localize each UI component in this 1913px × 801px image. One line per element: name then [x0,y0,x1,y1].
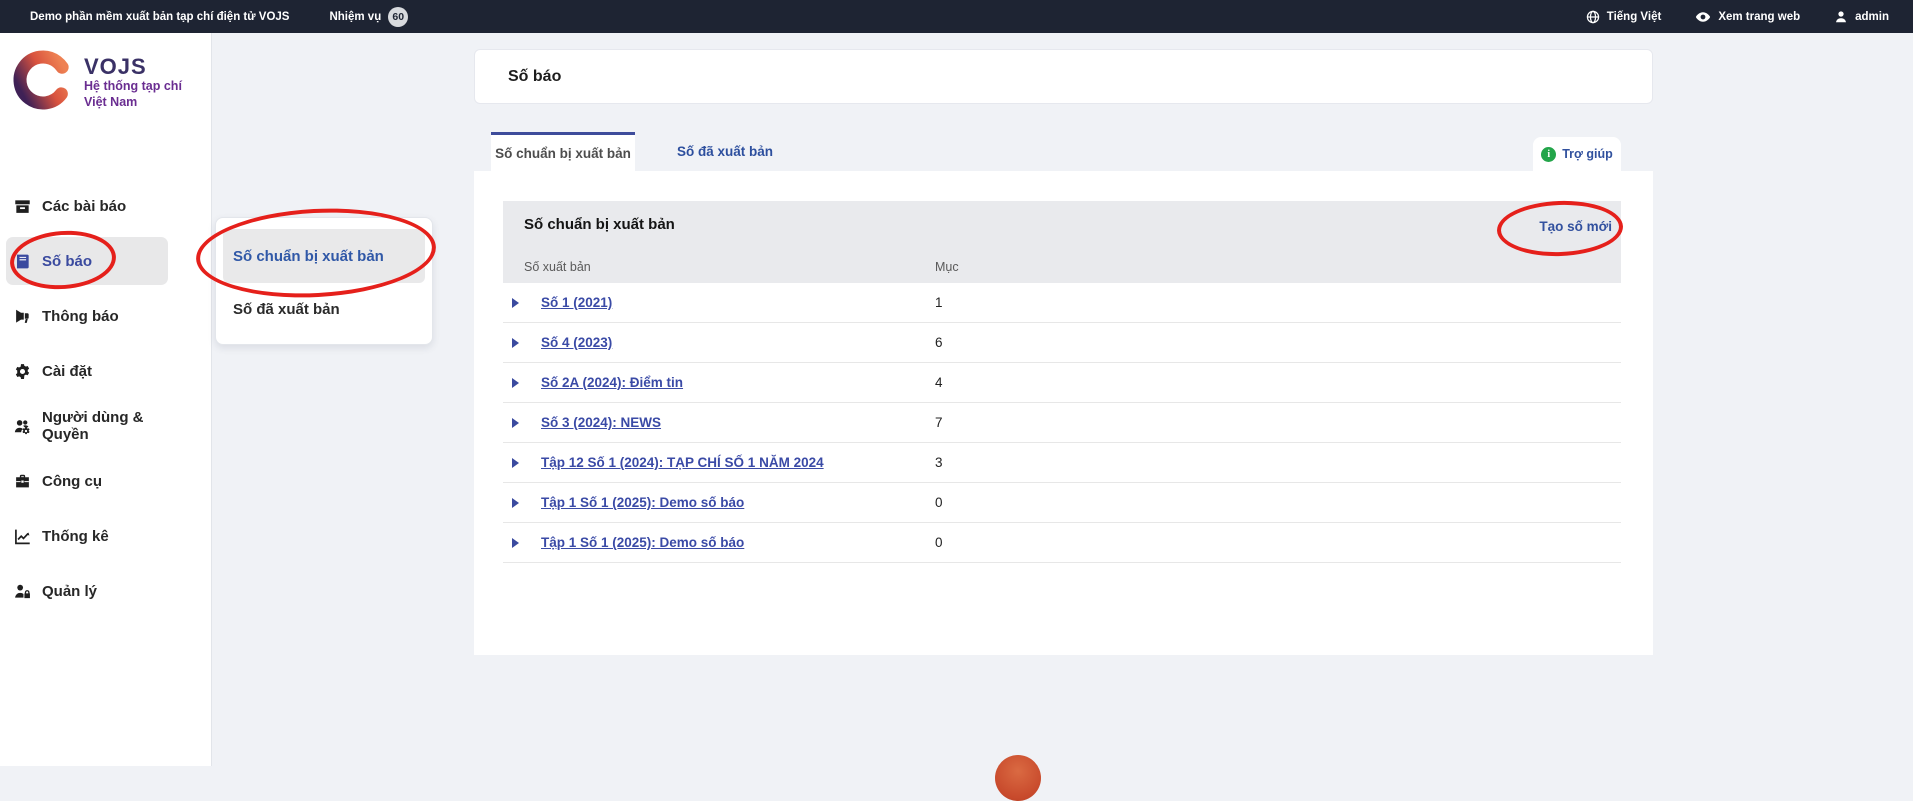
logo-title: VOJS [84,55,182,79]
submenu-item-label: Số đã xuất bản [233,301,340,318]
tab-so-da-xuat-ban[interactable]: Số đã xuất bản [677,132,773,171]
user-label: admin [1855,11,1889,23]
person-icon [1834,10,1848,24]
sidebar-item-cac-bai-bao[interactable]: Các bài báo [6,182,168,230]
topbar: Demo phần mềm xuất bản tạp chí điện tử V… [0,0,1913,33]
sidebar-item-cai-dat[interactable]: Cài đặt [6,347,168,395]
help-label: Trợ giúp [1562,147,1613,161]
sidebar-item-label: Số báo [42,253,92,270]
table-row: Số 2A (2024): Điểm tin 4 [503,363,1621,403]
expand-caret-icon[interactable] [512,538,519,548]
column-header-issue: Số xuất bản [524,260,591,274]
sidebar: VOJS Hệ thống tạp chí Việt Nam Các bài b… [0,33,212,766]
create-issue-button[interactable]: Tạo số mới [1539,219,1612,234]
table-row: Tập 1 Số 1 (2025): Demo số báo 0 [503,483,1621,523]
archive-icon [14,198,31,215]
issue-link[interactable]: Số 4 (2023) [541,335,612,350]
tasks-menu[interactable]: Nhiệm vụ 60 [329,7,408,27]
topbar-right: Tiếng Việt Xem trang web admin [1586,9,1889,25]
sidebar-item-cong-cu[interactable]: Công cụ [6,457,168,505]
language-menu[interactable]: Tiếng Việt [1586,10,1662,24]
expand-caret-icon[interactable] [512,378,519,388]
submenu-item-so-da-xuat-ban[interactable]: Số đã xuất bản [216,283,432,335]
gear-icon [14,363,31,380]
user-menu[interactable]: admin [1834,10,1889,24]
issue-items-count: 6 [935,335,943,350]
toolbox-icon [14,473,31,490]
view-site-link[interactable]: Xem trang web [1695,9,1800,25]
user-lock-icon [14,583,31,600]
tab-content-panel: Số chuẩn bị xuất bản Tạo số mới Số xuất … [474,171,1653,655]
so-bao-submenu-popup: Số chuẩn bị xuất bản Số đã xuất bản [215,217,433,345]
chart-icon [14,528,31,545]
language-label: Tiếng Việt [1607,11,1662,23]
table-row: Số 3 (2024): NEWS 7 [503,403,1621,443]
expand-caret-icon[interactable] [512,418,519,428]
logo-subtitle-line2: Việt Nam [84,95,182,111]
sidebar-item-label: Cài đặt [42,363,92,380]
page-title: Số báo [508,68,561,86]
topbar-left: Demo phần mềm xuất bản tạp chí điện tử V… [0,7,408,27]
book-icon [14,253,31,270]
tab-label: Số chuẩn bị xuất bản [495,146,631,161]
table-header: Số chuẩn bị xuất bản Tạo số mới Số xuất … [503,201,1621,283]
issue-link[interactable]: Tập 1 Số 1 (2025): Demo số báo [541,535,744,550]
sidebar-item-label: Người dùng & Quyền [42,409,168,443]
sidebar-nav: Các bài báo Số báo Thông báo Cài đặt Ngư… [0,182,212,622]
table-row: Tập 1 Số 1 (2025): Demo số báo 0 [503,523,1621,563]
tab-so-chuan-bi-xuat-ban[interactable]: Số chuẩn bị xuất bản [491,132,635,171]
tasks-label: Nhiệm vụ [329,11,381,23]
sidebar-item-label: Các bài báo [42,198,126,215]
sidebar-item-thong-ke[interactable]: Thống kê [6,512,168,560]
sidebar-item-label: Thống kê [42,528,109,545]
issue-items-count: 0 [935,495,943,510]
tasks-count-badge: 60 [388,7,408,27]
issue-link[interactable]: Số 3 (2024): NEWS [541,415,661,430]
sidebar-item-so-bao[interactable]: Số báo [6,237,168,285]
column-header-items: Mục [935,260,959,274]
tab-label: Số đã xuất bản [677,144,773,159]
info-icon: i [1541,147,1556,162]
view-site-label: Xem trang web [1718,11,1800,23]
vojs-logo: VOJS Hệ thống tạp chí Việt Nam [10,47,182,118]
issue-link[interactable]: Tập 1 Số 1 (2025): Demo số báo [541,495,744,510]
help-button[interactable]: i Trợ giúp [1533,137,1621,171]
megaphone-icon [14,308,31,325]
floating-widget-button[interactable] [995,755,1041,801]
sidebar-item-label: Công cụ [42,473,102,490]
table-row: Số 4 (2023) 6 [503,323,1621,363]
issue-items-count: 1 [935,295,943,310]
issue-items-count: 3 [935,455,943,470]
issue-items-count: 4 [935,375,943,390]
table-row: Số 1 (2021) 1 [503,283,1621,323]
expand-caret-icon[interactable] [512,498,519,508]
sidebar-item-thong-bao[interactable]: Thông báo [6,292,168,340]
sidebar-item-quan-ly[interactable]: Quản lý [6,567,168,615]
submenu-item-label: Số chuẩn bị xuất bản [233,248,384,265]
table-title: Số chuẩn bị xuất bản [524,216,675,233]
issue-items-count: 0 [935,535,943,550]
sidebar-item-label: Thông báo [42,308,119,325]
sidebar-item-nguoi-dung-quyen[interactable]: Người dùng & Quyền [6,402,168,450]
gradient-ring-icon [10,47,76,118]
expand-caret-icon[interactable] [512,458,519,468]
logo-text: VOJS Hệ thống tạp chí Việt Nam [84,55,182,110]
issue-items-count: 7 [935,415,943,430]
page-header-card: Số báo [474,49,1653,104]
globe-icon [1586,10,1600,24]
sidebar-item-label: Quản lý [42,583,97,600]
submenu-item-so-chuan-bi-xuat-ban[interactable]: Số chuẩn bị xuất bản [223,229,425,283]
issue-link[interactable]: Số 1 (2021) [541,295,612,310]
logo-subtitle-line1: Hệ thống tạp chí [84,79,182,95]
expand-caret-icon[interactable] [512,298,519,308]
issues-table: Số chuẩn bị xuất bản Tạo số mới Số xuất … [503,201,1621,563]
issue-link[interactable]: Số 2A (2024): Điểm tin [541,375,683,390]
expand-caret-icon[interactable] [512,338,519,348]
users-gear-icon [14,418,31,435]
eye-icon [1695,9,1711,25]
app-title: Demo phần mềm xuất bản tạp chí điện tử V… [30,11,289,23]
issue-link[interactable]: Tập 12 Số 1 (2024): TẠP CHÍ SỐ 1 NĂM 202… [541,455,824,470]
table-row: Tập 12 Số 1 (2024): TẠP CHÍ SỐ 1 NĂM 202… [503,443,1621,483]
